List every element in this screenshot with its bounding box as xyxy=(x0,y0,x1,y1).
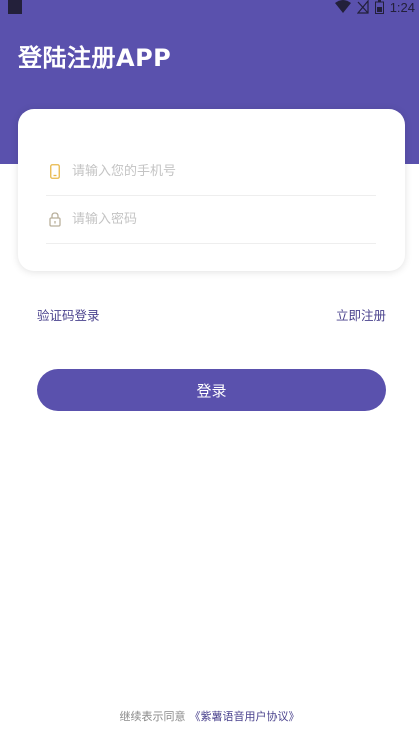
app-title: 登陆注册APP xyxy=(18,44,172,72)
footer: 继续表示同意 《紫薯语音用户协议》 xyxy=(0,708,419,724)
agreement-link[interactable]: 《紫薯语音用户协议》 xyxy=(190,710,300,723)
password-input[interactable] xyxy=(72,211,352,227)
status-bar: 1:24 xyxy=(0,0,419,16)
app-square-icon xyxy=(8,0,22,14)
register-link[interactable]: 立即注册 xyxy=(336,305,386,324)
sms-login-link[interactable]: 验证码登录 xyxy=(37,305,100,324)
login-button[interactable]: 登录 xyxy=(37,369,386,411)
phone-input[interactable] xyxy=(72,163,352,179)
lock-icon xyxy=(48,211,62,227)
no-signal-icon xyxy=(356,0,369,18)
battery-icon xyxy=(374,0,384,18)
phone-icon xyxy=(48,163,62,179)
wifi-icon xyxy=(334,0,351,18)
footer-text: 继续表示同意 xyxy=(119,710,186,723)
login-card xyxy=(18,109,405,271)
status-icons: 1:24 xyxy=(334,0,415,18)
password-field[interactable] xyxy=(46,195,376,244)
status-time: 1:24 xyxy=(389,0,415,15)
phone-field[interactable] xyxy=(46,147,376,196)
